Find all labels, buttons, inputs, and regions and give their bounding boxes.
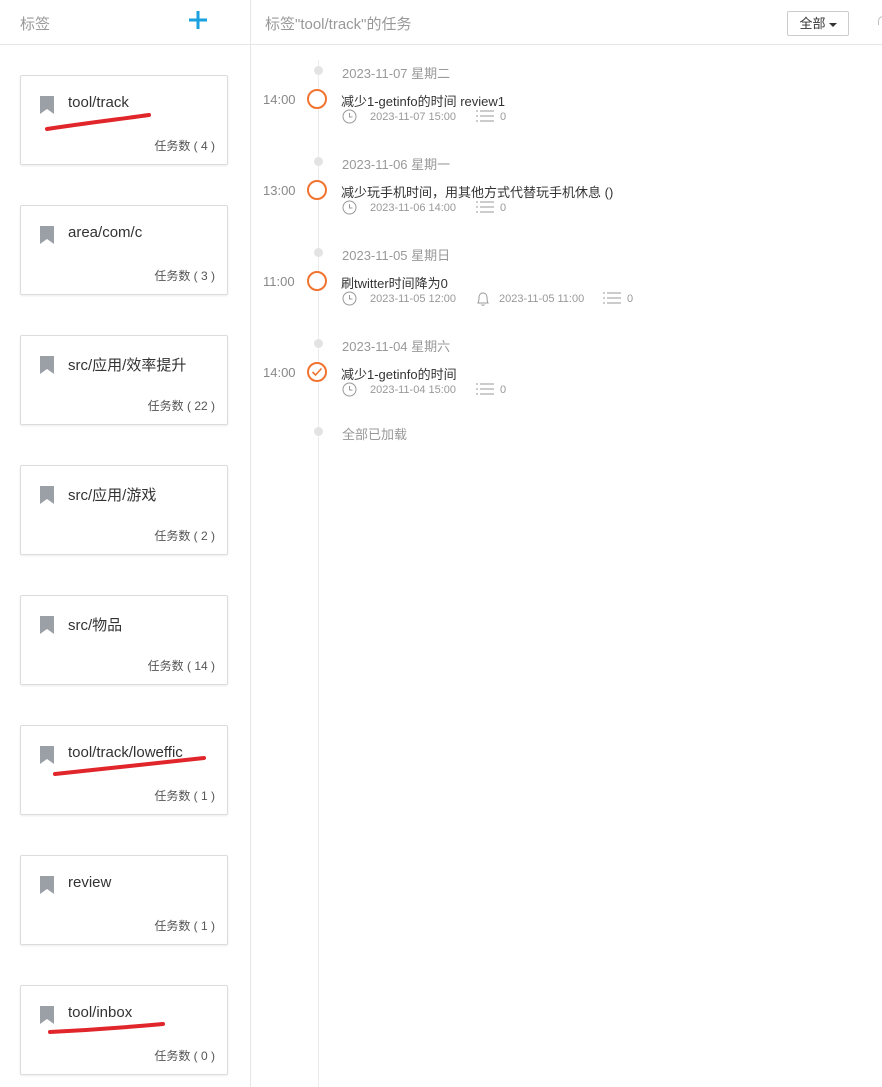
subtask-count: 0 bbox=[500, 111, 507, 123]
tag-card-tool-inbox[interactable]: tool/inbox 任务数 ( 0 ) bbox=[20, 985, 228, 1075]
subtask-count: 0 bbox=[500, 384, 507, 396]
date-label: 2023-11-04 星期六 bbox=[342, 339, 451, 354]
bookmark-icon bbox=[40, 1006, 54, 1024]
date-label: 2023-11-07 星期二 bbox=[342, 66, 451, 81]
page-title: 标签"tool/track"的任务 bbox=[265, 16, 412, 33]
task-checkbox[interactable] bbox=[307, 180, 327, 200]
add-tag-button[interactable] bbox=[186, 6, 210, 34]
main-header: 标签"tool/track"的任务 全部 bbox=[251, 0, 882, 45]
timeline-dot bbox=[314, 157, 323, 166]
bookmark-icon bbox=[40, 96, 54, 114]
clock-icon bbox=[342, 200, 357, 215]
task-title[interactable]: 减少玩手机时间，用其他方式代替玩手机休息 () bbox=[341, 182, 613, 201]
tag-task-count: 任务数 ( 2 ) bbox=[154, 529, 215, 543]
task-meta: 2023-11-07 15:00 0 bbox=[342, 109, 542, 125]
tag-task-count: 任务数 ( 1 ) bbox=[154, 789, 215, 803]
task-time: 11:00 bbox=[263, 274, 295, 289]
subtask-count: 0 bbox=[500, 202, 507, 214]
tag-task-count: 任务数 ( 4 ) bbox=[154, 139, 215, 153]
subtask-list-icon bbox=[476, 110, 494, 122]
reminder-time: 2023-11-05 11:00 bbox=[499, 293, 585, 305]
timeline-dot bbox=[314, 339, 323, 348]
bell-icon bbox=[477, 292, 489, 306]
tag-task-count: 任务数 ( 14 ) bbox=[147, 659, 215, 673]
tag-task-count: 任务数 ( 22 ) bbox=[147, 399, 215, 413]
tag-task-count: 任务数 ( 3 ) bbox=[154, 269, 215, 283]
bookmark-icon bbox=[40, 486, 54, 504]
clock-icon bbox=[342, 382, 357, 397]
tag-name: tool/inbox bbox=[68, 1004, 133, 1021]
tag-name: review bbox=[68, 874, 112, 891]
tag-sidebar: 标签 tool/track 任务数 ( 4 ) area/com/c 任务数 (… bbox=[0, 0, 251, 1087]
bookmark-icon bbox=[40, 616, 54, 634]
tag-card-src-app-efficiency[interactable]: src/应用/效率提升 任务数 ( 22 ) bbox=[20, 335, 228, 425]
subtask-list-icon bbox=[476, 383, 494, 395]
task-time: 14:00 bbox=[263, 365, 296, 380]
task-meta: 2023-11-04 15:00 0 bbox=[342, 382, 542, 398]
tag-card-tool-track[interactable]: tool/track 任务数 ( 4 ) bbox=[20, 75, 228, 165]
subtask-count: 0 bbox=[627, 293, 634, 305]
tag-card-tool-track-loweffic[interactable]: tool/track/loweffic 任务数 ( 1 ) bbox=[20, 725, 228, 815]
task-time: 13:00 bbox=[263, 183, 296, 198]
date-label: 2023-11-05 星期日 bbox=[342, 248, 451, 263]
tag-task-count: 任务数 ( 0 ) bbox=[154, 1049, 215, 1063]
clock-icon bbox=[342, 109, 357, 124]
task-meta: 2023-11-05 12:00 2023-11-05 11:00 0 bbox=[342, 291, 642, 307]
filter-label: 全部 bbox=[799, 16, 826, 31]
caret-down-icon bbox=[828, 22, 837, 27]
tag-card-src-app-games[interactable]: src/应用/游戏 任务数 ( 2 ) bbox=[20, 465, 228, 555]
task-title[interactable]: 减少1-getinfo的时间 bbox=[341, 364, 457, 383]
tag-task-count: 任务数 ( 1 ) bbox=[154, 919, 215, 933]
sidebar-title: 标签 bbox=[20, 16, 51, 33]
task-title[interactable]: 减少1-getinfo的时间 review1 bbox=[341, 91, 505, 110]
timeline-line bbox=[318, 60, 319, 1087]
task-meta: 2023-11-06 14:00 0 bbox=[342, 200, 542, 216]
plus-icon bbox=[189, 11, 207, 29]
task-checkbox[interactable] bbox=[307, 89, 327, 109]
bookmark-icon bbox=[40, 876, 54, 894]
task-title[interactable]: 刷twitter时间降为0 bbox=[341, 273, 448, 292]
refresh-icon[interactable] bbox=[878, 16, 882, 25]
checkmark-icon bbox=[311, 367, 323, 377]
all-loaded-text: 全部已加载 bbox=[342, 427, 408, 442]
subtask-list-icon bbox=[476, 201, 494, 213]
tag-name: src/应用/效率提升 bbox=[68, 357, 187, 374]
timeline-dot bbox=[314, 66, 323, 75]
tag-name: area/com/c bbox=[68, 224, 143, 241]
tag-name: tool/track/loweffic bbox=[68, 744, 183, 761]
tag-card-area-com-c[interactable]: area/com/c 任务数 ( 3 ) bbox=[20, 205, 228, 295]
due-time: 2023-11-07 15:00 bbox=[370, 111, 457, 123]
task-checkbox-done[interactable] bbox=[307, 362, 327, 382]
sidebar-header: 标签 bbox=[0, 0, 250, 45]
task-time: 14:00 bbox=[263, 92, 296, 107]
tag-name: tool/track bbox=[68, 94, 129, 111]
clock-icon bbox=[342, 291, 357, 306]
bookmark-icon bbox=[40, 356, 54, 374]
bookmark-icon bbox=[40, 226, 54, 244]
tag-name: src/物品 bbox=[68, 617, 123, 634]
filter-dropdown[interactable]: 全部 bbox=[787, 11, 849, 36]
timeline-dot bbox=[314, 427, 323, 436]
tag-card-src-items[interactable]: src/物品 任务数 ( 14 ) bbox=[20, 595, 228, 685]
timeline-dot bbox=[314, 248, 323, 257]
tag-name: src/应用/游戏 bbox=[68, 487, 157, 504]
date-label: 2023-11-06 星期一 bbox=[342, 157, 451, 172]
due-time: 2023-11-05 12:00 bbox=[370, 293, 457, 305]
subtask-list-icon bbox=[603, 292, 621, 304]
bookmark-icon bbox=[40, 746, 54, 764]
task-checkbox[interactable] bbox=[307, 271, 327, 291]
due-time: 2023-11-04 15:00 bbox=[370, 384, 457, 396]
due-time: 2023-11-06 14:00 bbox=[370, 202, 457, 214]
tag-card-review[interactable]: review 任务数 ( 1 ) bbox=[20, 855, 228, 945]
